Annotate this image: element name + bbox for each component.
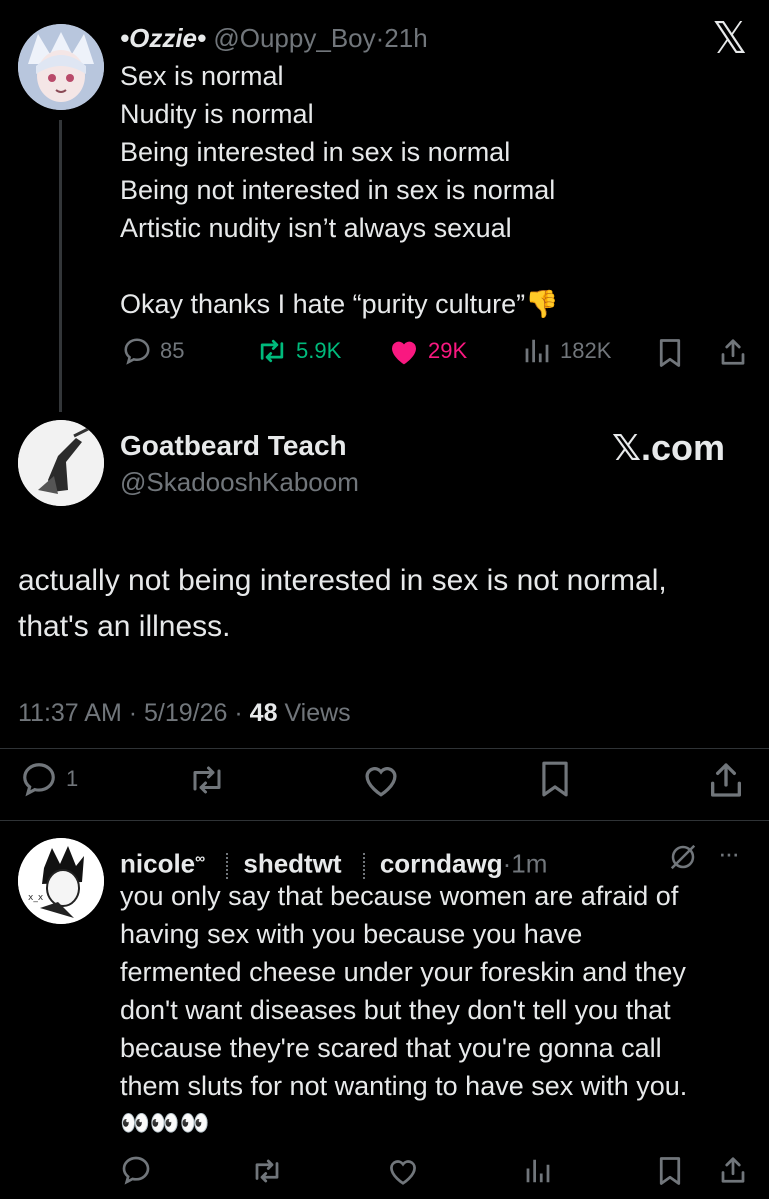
tweet2-sep: · xyxy=(128,699,138,727)
tweet2-views-label: Views xyxy=(284,699,351,727)
tweet1-header: •Ozzie• @Ouppy_Boy·21h xyxy=(120,20,428,56)
views-icon xyxy=(525,339,549,363)
name-divider xyxy=(362,852,366,879)
tweet2-line: that's an illness. xyxy=(18,610,231,643)
tweet1-time[interactable]: 21h xyxy=(384,23,427,53)
divider xyxy=(0,820,769,821)
goatbeard-handle[interactable]: @SkadooshKaboom xyxy=(120,464,359,500)
tweet2-views-count: 48 xyxy=(249,699,278,727)
tweet3-time[interactable]: 1m xyxy=(511,849,547,879)
tweet2-sep: · xyxy=(234,699,243,727)
grok-icon[interactable] xyxy=(668,842,698,872)
views-button[interactable]: 182K xyxy=(522,336,611,366)
reply-button[interactable]: 85 xyxy=(122,336,184,366)
svg-text:x_x: x_x xyxy=(28,893,44,903)
tweet3-text: you only say that because women are afra… xyxy=(120,877,687,1143)
reply-icon xyxy=(23,763,55,797)
repost-button[interactable]: 5.9K xyxy=(256,336,341,366)
tweet1-line: Being interested in sex is normal xyxy=(120,137,511,167)
reply-count: 85 xyxy=(160,338,185,363)
share-icon[interactable] xyxy=(706,760,746,800)
share-icon[interactable] xyxy=(718,337,748,367)
tweet1-text: Sex is normal Nudity is normal Being int… xyxy=(120,57,559,323)
tweet1-line: Nudity is normal xyxy=(120,99,314,129)
tweet3-sep: · xyxy=(502,848,512,879)
thread-line xyxy=(59,120,62,412)
repost-count: 5.9K xyxy=(296,338,342,363)
nicole-name-part1[interactable]: nicole xyxy=(120,849,195,879)
reply-icon[interactable] xyxy=(120,1154,152,1186)
goatbeard-display-name[interactable]: Goatbeard Teach xyxy=(120,428,347,464)
bookmark-icon[interactable] xyxy=(656,1156,684,1186)
repost-icon xyxy=(260,339,284,363)
tweet3-line: fermented cheese under your foreskin and… xyxy=(120,957,686,987)
tweet3-line: don't want diseases but they don't tell … xyxy=(120,995,671,1025)
tweet3-line: because they're scared that you're gonna… xyxy=(120,1033,662,1063)
tweet3-line: you only say that because women are afra… xyxy=(120,881,679,911)
tweet2-date[interactable]: 5/19/26 xyxy=(144,699,227,727)
tweet1-line: Okay thanks I hate “purity culture”👎 xyxy=(120,289,559,319)
eyes-emoji-line: 👀👀👀 xyxy=(120,1110,210,1137)
like-count: 29K xyxy=(428,338,468,363)
more-options-icon[interactable]: ··· xyxy=(718,838,740,868)
avatar-ozzie[interactable] xyxy=(18,24,104,110)
tweet2-text: actually not being interested in sex is … xyxy=(18,558,667,650)
tweet3-line: having sex with you because you have xyxy=(120,919,583,949)
views-count: 182K xyxy=(560,338,612,363)
tweet1-line: Being not interested in sex is normal xyxy=(120,175,556,205)
heart-icon xyxy=(392,341,416,365)
tweet2-line: actually not being interested in sex is … xyxy=(18,564,667,597)
tweet3-line: them sluts for not wanting to have sex w… xyxy=(120,1071,688,1101)
tweet2-time[interactable]: 11:37 AM xyxy=(18,699,122,727)
share-icon[interactable] xyxy=(718,1154,748,1186)
repost-icon[interactable] xyxy=(186,762,228,798)
avatar-nicole[interactable]: x_x xyxy=(18,838,104,924)
tweet2-meta: 11:37 AM · 5/19/26 · 48 Views xyxy=(18,696,351,730)
reply-count: 1 xyxy=(66,766,79,791)
tweet1-line: Sex is normal xyxy=(120,61,284,91)
tweet3-header: nicole∞ shedtwt corndawg·1m xyxy=(120,840,547,882)
like-button[interactable]: 29K xyxy=(388,336,467,366)
divider xyxy=(0,748,769,749)
nicole-name-part2[interactable]: shedtwt xyxy=(243,849,341,879)
reply-button[interactable]: 1 xyxy=(20,760,78,798)
views-icon[interactable] xyxy=(522,1156,554,1186)
heart-icon[interactable] xyxy=(386,1156,420,1186)
tweet1-display-name[interactable]: •Ozzie• xyxy=(120,23,206,53)
repost-icon[interactable] xyxy=(250,1156,284,1186)
tweet1-handle[interactable]: @Ouppy_Boy xyxy=(213,23,375,53)
nicole-name-part3[interactable]: corndawg xyxy=(380,849,503,879)
reply-icon xyxy=(124,338,150,365)
xcom-brand: 𝕏.com xyxy=(612,427,726,468)
bookmark-icon[interactable] xyxy=(656,338,684,368)
tweet1-line xyxy=(120,247,559,285)
x-logo[interactable]: 𝕏 xyxy=(712,14,747,64)
tweet1-line: Artistic nudity isn’t always sexual xyxy=(120,213,512,243)
tweet1-sep: · xyxy=(375,23,385,53)
infinity-mark: ∞ xyxy=(195,850,206,866)
bookmark-icon[interactable] xyxy=(538,760,572,798)
heart-icon[interactable] xyxy=(360,762,402,798)
avatar-goatbeard[interactable] xyxy=(18,420,104,506)
name-divider xyxy=(226,852,229,879)
